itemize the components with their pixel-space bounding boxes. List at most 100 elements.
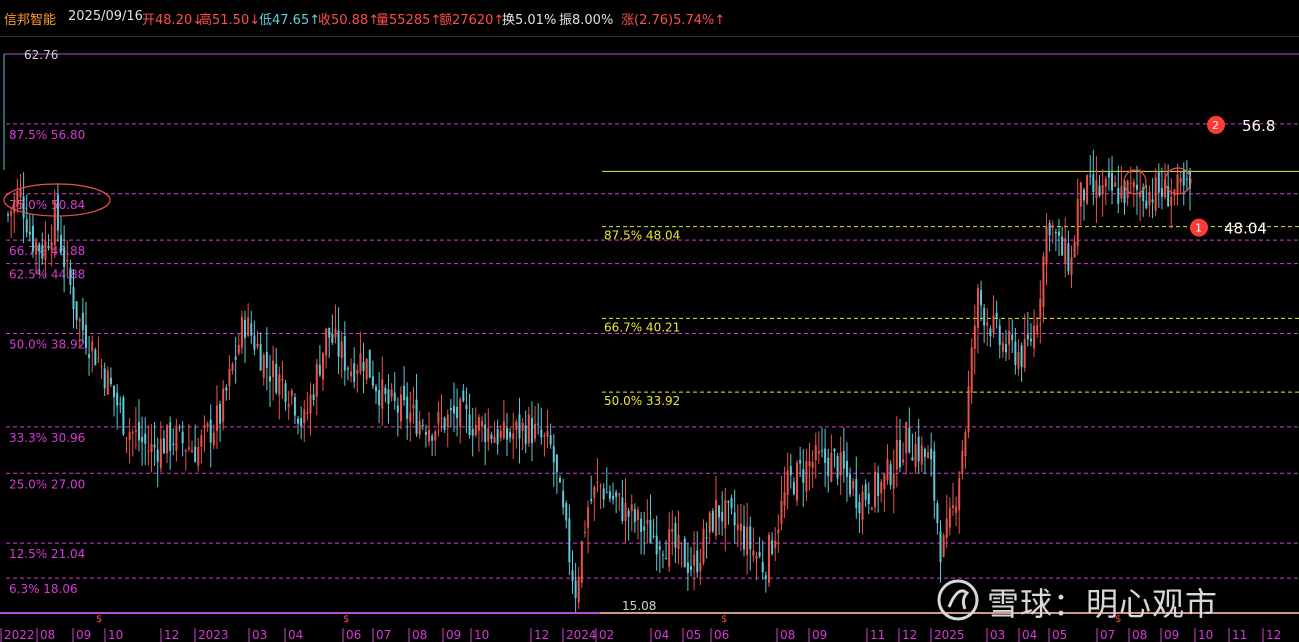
candle-body — [493, 436, 496, 443]
candle-body — [976, 288, 979, 329]
candle-body — [920, 445, 923, 465]
candle-body — [247, 317, 250, 336]
candle-body — [181, 431, 184, 444]
candle-body — [543, 435, 546, 437]
candle-body — [1160, 187, 1163, 197]
candle-body — [459, 399, 462, 428]
candle-body — [287, 403, 290, 407]
candle-body — [371, 376, 374, 387]
candle-body — [378, 390, 381, 406]
candle-body — [437, 411, 440, 424]
candle-body — [1045, 226, 1048, 265]
candle-body — [643, 526, 646, 531]
x-tick-label: 12 — [902, 628, 917, 642]
x-tick-label: 11 — [1232, 628, 1247, 642]
candle-body — [855, 479, 858, 508]
candle-body — [973, 325, 976, 350]
candle-body — [412, 404, 415, 409]
target-value-label: 56.8 — [1242, 117, 1275, 135]
candle-body — [596, 481, 599, 483]
candle-body — [621, 497, 624, 521]
candle-body — [630, 504, 633, 512]
candle-body — [546, 430, 549, 438]
candle-body — [502, 421, 505, 439]
amplitude: 振8.00% — [559, 13, 614, 28]
candlestick-chart[interactable]: 62.7615.0887.5% 56.8075.0% 50.8466.7% 46… — [0, 0, 1299, 642]
candle-body — [552, 446, 555, 463]
candle-body — [331, 334, 334, 343]
candle-body — [580, 541, 583, 583]
close-price: 收50.88↑ — [318, 13, 380, 28]
x-tick-label: 05 — [1052, 628, 1067, 642]
candle-body — [428, 429, 431, 442]
candle-body — [605, 492, 608, 494]
candle-body — [995, 312, 998, 320]
candle-body — [989, 328, 992, 337]
candle-body — [159, 438, 162, 468]
candle-body — [487, 428, 490, 442]
candle-body — [268, 376, 271, 382]
candle-body — [272, 360, 275, 377]
candle-body — [19, 188, 22, 198]
candle-body — [496, 428, 499, 445]
candle-body — [203, 425, 206, 428]
x-tick-label: 12 — [164, 628, 179, 642]
candle-body — [652, 535, 655, 537]
candle-body — [390, 389, 393, 397]
candle-body — [35, 241, 38, 255]
candle-body — [1114, 182, 1117, 187]
candle-body — [1061, 236, 1064, 256]
candle-body — [680, 542, 683, 544]
candle-body — [649, 519, 652, 544]
fib-left-label: 87.5% 56.80 — [9, 128, 85, 142]
candle-body — [250, 323, 253, 336]
watermark: 雪球：明心观市 — [935, 575, 1265, 625]
candle-body — [961, 450, 964, 474]
candle-body — [1029, 338, 1032, 342]
candle-body — [1082, 189, 1085, 201]
candle-body — [699, 562, 702, 571]
candle-body — [658, 546, 661, 550]
x-tick-label: 05 — [686, 628, 701, 642]
target-badge-number: 2 — [1212, 119, 1219, 132]
event-marker: $ — [343, 614, 349, 625]
candle-body — [462, 390, 465, 401]
candle-body — [28, 231, 31, 235]
candle-body — [66, 259, 69, 261]
candle-body — [50, 241, 53, 250]
candle-body — [1132, 181, 1135, 188]
candle-body — [200, 435, 203, 447]
candle-body — [212, 432, 215, 446]
candle-body — [375, 386, 378, 392]
candle-body — [820, 450, 823, 452]
chart-window: 62.76 15.08 87.5% 56.80 75.0% 50.84 66.7% 46… — [0, 0, 1299, 642]
x-tick-label: 2022 — [4, 628, 35, 642]
candle-body — [399, 394, 402, 422]
candle-body — [91, 341, 94, 352]
candle-body — [1079, 182, 1082, 207]
candle-body — [624, 502, 627, 522]
candle-body — [396, 405, 399, 413]
candle-body — [406, 396, 409, 419]
candle-body — [1111, 172, 1114, 191]
candle-body — [677, 534, 680, 550]
x-tick-label: 09 — [446, 628, 461, 642]
candle-body — [456, 406, 459, 419]
x-tick-label: 11 — [870, 628, 885, 642]
candle-body — [727, 500, 730, 503]
event-marker: $ — [96, 614, 102, 625]
candle-body — [166, 425, 169, 454]
candle-body — [449, 407, 452, 411]
candle-body — [337, 330, 340, 357]
candle-body — [780, 500, 783, 524]
candle-body — [474, 424, 477, 436]
candle-body — [365, 358, 368, 380]
candle-body — [134, 430, 137, 432]
candle-body — [683, 538, 686, 568]
candle-body — [559, 478, 562, 483]
candle-body — [811, 462, 814, 469]
candle-body — [636, 510, 639, 521]
candle-body — [315, 363, 318, 397]
candle-body — [1120, 186, 1123, 199]
candle-body — [827, 457, 830, 477]
